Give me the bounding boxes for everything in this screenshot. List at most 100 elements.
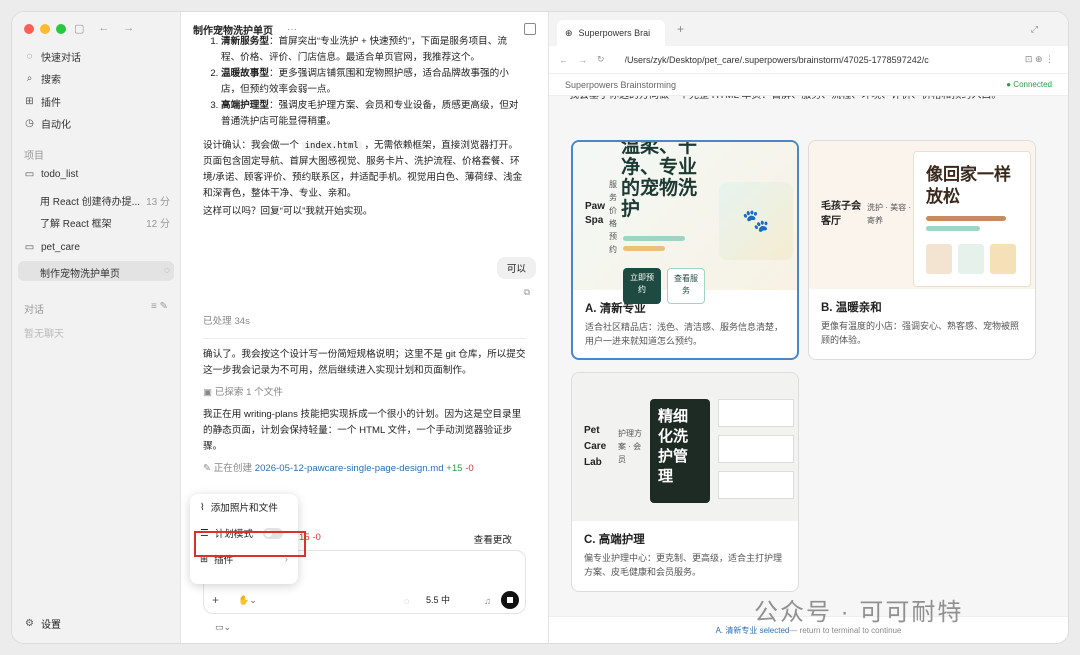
thread-time: 13 分 xyxy=(146,197,170,208)
zoom-window-button[interactable] xyxy=(56,24,66,34)
pencil-icon: ✎ xyxy=(203,463,214,474)
preview-tile xyxy=(990,244,1016,274)
minimize-window-button[interactable] xyxy=(40,24,50,34)
option-title: 清新服务型 xyxy=(221,36,269,47)
project-pet-care[interactable]: ▭ pet_care xyxy=(24,242,80,253)
nav-label: 快速对话 xyxy=(41,53,81,64)
project-todo-list[interactable]: ▭ todo_list xyxy=(24,169,78,180)
highlight-box xyxy=(194,531,306,557)
file-icon: ▣ xyxy=(203,387,215,398)
stop-icon xyxy=(507,597,513,603)
file-link[interactable]: 2026-05-12-pawcare-single-page-design.md xyxy=(255,463,444,474)
browser-tabbar: ⊕ Superpowers Brai + ⤢ xyxy=(549,12,1068,46)
status-text: Connected xyxy=(1013,80,1052,89)
preview-brand: Pet Care Lab xyxy=(584,425,607,468)
sidebar: ▢ ← → ◌ 快速对话 ⌕ 搜索 ⊞ 插件 ◷ 自动化 项目 ▭ todo_list 用… xyxy=(12,12,180,643)
added-lines: +15 xyxy=(446,463,463,474)
sidebar-toggle-icon[interactable]: ▢ xyxy=(74,22,84,35)
watermark: 公众号 · 可可耐特 xyxy=(754,599,964,626)
chats-label: 对话 xyxy=(24,305,44,316)
preview-brand: 毛孩子会客厅 xyxy=(821,201,861,227)
paperclip-icon: ⌇ xyxy=(200,501,205,513)
assistant-reply: 已处理 34s 确认了。我会按这个设计写一份简短规格说明；这里不是 git 仓库… xyxy=(203,314,526,477)
preview-nav: 护理方案 · 会员 xyxy=(618,429,642,464)
settings-button[interactable]: ⚙ 设置 xyxy=(24,616,61,631)
filter-icon[interactable]: ≡ ✎ xyxy=(151,301,168,316)
project-name: todo_list xyxy=(41,169,79,180)
paw-icon: 🐾 xyxy=(719,182,793,260)
model-selector[interactable]: 5.5 中 xyxy=(426,593,450,606)
forward-icon[interactable]: → xyxy=(578,55,587,65)
close-window-button[interactable] xyxy=(24,24,34,34)
processed-time: 已处理 34s xyxy=(203,316,250,327)
address-bar: ← → ↻ /Users/zyk/Desktop/pet_care/.super… xyxy=(549,46,1068,74)
menu-label: 添加照片和文件 xyxy=(210,503,278,514)
preview-headline: 温柔、干净、专业的宠物洗护 xyxy=(621,140,698,220)
preview-tile xyxy=(718,471,794,499)
clock-icon: ◷ xyxy=(25,118,34,129)
back-icon[interactable]: ← xyxy=(559,55,568,65)
preview-services-button: 查看服务 xyxy=(667,268,705,304)
toolbar-icons: ▢ ← → xyxy=(74,22,134,35)
view-changes-button[interactable]: 查看更改 xyxy=(474,532,512,546)
preview-tile xyxy=(926,244,952,274)
thread-item-active[interactable]: 制作宠物洗护单页 ◌ xyxy=(40,265,170,280)
url-field[interactable]: /Users/zyk/Desktop/pet_care/.superpowers… xyxy=(625,55,955,65)
search-icon: ⌕ xyxy=(26,73,33,84)
gear-icon: ⚙ xyxy=(25,618,34,629)
card-desc: 适合社区精品店：浅色、清洁感、服务信息清楚，用户一进来就知道怎么预约。 xyxy=(585,322,784,346)
more-icon[interactable]: ··· xyxy=(287,24,297,35)
nav-plugins[interactable]: ⊞ 插件 xyxy=(24,94,61,109)
hand-icon[interactable]: ✋⌄ xyxy=(238,595,257,606)
nav-quick-chat[interactable]: ◌ 快速对话 xyxy=(24,49,81,64)
no-chats-text: 暂无聊天 xyxy=(24,329,64,340)
preview-headline: 像回家一样放松 xyxy=(926,165,1011,206)
explored-row[interactable]: ▣ 已探索 1 个文件 xyxy=(203,385,526,401)
reply-paragraph: 确认了。我会按这个设计写一份简短规格说明；这里不是 git 仓库，所以提交这一步… xyxy=(203,338,526,379)
project-name: pet_care xyxy=(41,242,80,253)
option-item: 温暖故事型：更多强调店铺氛围和宠物照护感，适合品牌故事强的小店，但预约效率会弱一… xyxy=(221,66,526,98)
option-card-a[interactable]: Paw Spa 服务 价格 预约 温柔、干净、专业的宠物洗护 立即预约 查看服务… xyxy=(571,140,799,360)
nav-automation[interactable]: ◷ 自动化 xyxy=(24,116,71,131)
reload-icon[interactable]: ↻ xyxy=(597,54,605,65)
preview-frame: 像回家一样放松 xyxy=(913,151,1031,287)
design-text: 设计确认：我会做一个 xyxy=(203,140,302,151)
inline-code: index.html xyxy=(301,141,362,151)
globe-icon: ⊕ xyxy=(565,27,573,38)
tab-title: Superpowers Brai xyxy=(578,28,651,38)
nav-search[interactable]: ⌕ 搜索 xyxy=(24,71,61,86)
option-card-c[interactable]: Pet Care Lab 护理方案 · 会员 精细化洗护管理 C. 高端护理 偏… xyxy=(571,372,799,592)
question-text: 这样可以吗？回复“可以”我就开始实现。 xyxy=(203,206,373,217)
option-list: 清新服务型：首屏突出“专业洗护 + 快速预约”，下面是服务项目、流程、价格、评价… xyxy=(203,34,526,130)
thread-item[interactable]: 了解 React 框架 12 分 xyxy=(40,215,170,230)
creating-label: 正在创建 xyxy=(213,463,253,474)
preview-tile xyxy=(718,399,794,427)
forward-icon[interactable]: → xyxy=(123,22,134,35)
thread-label: 用 React 创建待办提... xyxy=(40,197,141,208)
card-desc: 偏专业护理中心：更克制、更高级，适合主打护理方案、皮毛健康和会员服务。 xyxy=(584,553,783,577)
nav-label: 搜索 xyxy=(41,75,61,86)
design-confirm: 设计确认：我会做一个 index.html ，无需依赖框架，直接浏览器打开。页面… xyxy=(203,138,526,202)
option-title: 温暖故事型 xyxy=(221,68,269,79)
back-icon[interactable]: ← xyxy=(98,22,109,35)
stop-button[interactable] xyxy=(501,591,519,609)
screenshot-icon[interactable]: ⊡ ⊕ ⋮ xyxy=(1025,54,1054,65)
preview-headline: 精细化洗护管理 xyxy=(650,399,710,503)
add-icon[interactable]: + xyxy=(212,593,219,607)
preview-nav: 服务 价格 预约 xyxy=(609,180,617,254)
card-desc: 更像有温度的小店：强调安心、熟客感、宠物被照顾的体验。 xyxy=(821,321,1020,345)
preview-tile xyxy=(958,244,984,274)
copy-icon[interactable]: ⧉ xyxy=(524,287,530,298)
option-card-b[interactable]: 毛孩子会客厅 洗护 · 美容 · 寄养 像回家一样放松 B. 温暖亲和 更像有温… xyxy=(808,140,1036,360)
new-tab-icon[interactable]: + xyxy=(677,22,684,36)
thread-item[interactable]: 用 React 创建待办提... 13 分 xyxy=(40,193,170,208)
preview-tile xyxy=(718,435,794,463)
browser-panel: ⊕ Superpowers Brai + ⤢ ← → ↻ /Users/zyk/D… xyxy=(549,12,1068,643)
card-preview: Pet Care Lab 护理方案 · 会员 精细化洗护管理 xyxy=(572,373,798,521)
browser-tab[interactable]: ⊕ Superpowers Brai xyxy=(557,20,665,46)
menu-item-attach[interactable]: ⌇ 添加照片和文件 xyxy=(190,494,298,520)
expand-icon[interactable]: ⤢ xyxy=(1031,24,1038,35)
loading-spinner-icon: ◌ xyxy=(164,265,170,276)
monitor-icon[interactable]: ▭⌄ xyxy=(215,622,231,633)
mic-icon[interactable]: ♫ xyxy=(484,596,491,606)
